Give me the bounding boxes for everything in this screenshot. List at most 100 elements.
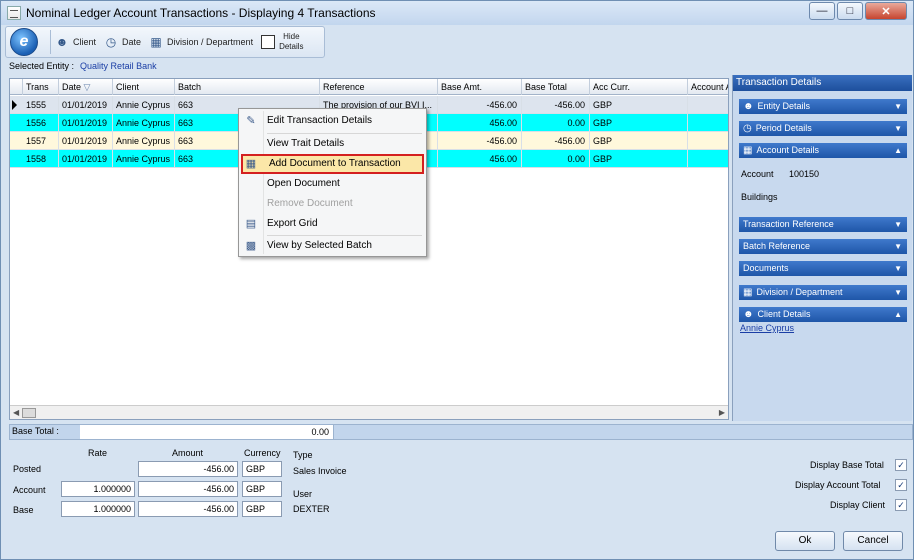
scrollbar-thumb[interactable]: [22, 408, 36, 418]
horizontal-scrollbar[interactable]: ◀ ▶: [10, 405, 728, 419]
section-batch-reference[interactable]: Batch Reference ▼: [739, 239, 907, 254]
close-button[interactable]: ✕: [865, 2, 907, 20]
base-rate-field[interactable]: 1.000000: [61, 501, 135, 517]
person-icon: ☻: [55, 35, 69, 49]
chevron-up-icon: ▲: [894, 146, 902, 155]
section-transaction-reference[interactable]: Transaction Reference ▼: [739, 217, 907, 232]
column-header-batch[interactable]: Batch: [175, 79, 320, 95]
person-icon: ☻: [743, 101, 754, 112]
client-button[interactable]: ☻ Client: [55, 35, 96, 49]
cell-base-total: -456.00: [522, 132, 590, 150]
cell-client: Annie Cyprus: [113, 114, 175, 132]
cell-trans: 1556: [23, 114, 59, 132]
date-button[interactable]: ◷ Date: [104, 35, 141, 49]
filter-icon[interactable]: ▽: [84, 82, 91, 92]
menu-item-view-trait-details[interactable]: View Trait Details: [241, 134, 424, 154]
type-value: Sales Invoice: [293, 466, 347, 476]
display-account-total-checkbox[interactable]: ✓: [895, 479, 907, 491]
calendar-icon: ▦: [150, 35, 162, 49]
maximize-button[interactable]: □: [837, 2, 863, 20]
menu-item-view-by-batch[interactable]: ▩ View by Selected Batch: [241, 236, 424, 256]
column-header-trans[interactable]: Trans: [23, 79, 59, 95]
cell-trans: 1558: [23, 150, 59, 168]
menu-item-label: Open Document: [267, 178, 340, 189]
account-row-label: Account: [13, 485, 46, 495]
menu-item-export-grid[interactable]: ▤ Export Grid: [241, 214, 424, 234]
grid-header: Trans Date ▽ Client Batch Reference Base…: [10, 79, 728, 95]
account-amount-field[interactable]: -456.00: [138, 481, 238, 497]
cell-trans: 1557: [23, 132, 59, 150]
display-client-checkbox[interactable]: ✓: [895, 499, 907, 511]
section-period-details[interactable]: ◷ Period Details ▼: [739, 121, 907, 136]
column-header-date-label: Date: [62, 82, 82, 92]
base-currency-field[interactable]: GBP: [242, 501, 282, 517]
section-label: Documents: [743, 263, 789, 273]
base-total-label: Base Total :: [12, 426, 59, 436]
row-indicator-header: [10, 79, 23, 95]
hide-details-line2: Details: [279, 42, 304, 51]
app-menu-button[interactable]: e: [10, 28, 38, 56]
app-window: Nominal Ledger Account Transactions - Di…: [0, 0, 914, 560]
cell-trans: 1555: [23, 96, 59, 114]
batch-icon: ▩: [245, 240, 257, 252]
account-currency-field[interactable]: GBP: [242, 481, 282, 497]
chevron-down-icon: ▼: [894, 102, 902, 111]
hide-details-line1: Hide: [283, 32, 300, 41]
amount-header: Amount: [172, 448, 204, 458]
menu-item-label: View by Selected Batch: [267, 240, 372, 251]
cell-base-amt: -456.00: [438, 132, 522, 150]
pencil-icon: ✎: [246, 115, 256, 127]
menu-item-open-document[interactable]: Open Document: [241, 174, 424, 194]
base-row-label: Base: [13, 505, 34, 515]
chevron-down-icon: ▼: [894, 288, 902, 297]
division-button[interactable]: ▦ Division / Department: [149, 35, 253, 49]
scroll-right-icon[interactable]: ▶: [719, 408, 725, 417]
scroll-left-icon[interactable]: ◀: [13, 408, 19, 417]
column-header-base-total[interactable]: Base Total: [522, 79, 590, 95]
client-link[interactable]: Annie Cyprus: [740, 323, 794, 333]
cell-base-amt: 456.00: [438, 114, 522, 132]
posted-label: Posted: [13, 464, 42, 474]
hide-details-checkbox[interactable]: [261, 35, 276, 49]
section-label: Client Details: [757, 309, 811, 319]
panel-title: Transaction Details: [733, 75, 912, 91]
column-header-client[interactable]: Client: [113, 79, 175, 95]
division-button-label: Division / Department: [167, 37, 254, 47]
posted-currency-field[interactable]: GBP: [242, 461, 282, 477]
section-label: Transaction Reference: [743, 219, 834, 229]
selected-entity-value: Quality Retail Bank: [80, 61, 157, 71]
column-header-reference[interactable]: Reference: [320, 79, 438, 95]
transaction-details-panel: Transaction Details ☻ Entity Details ▼ ◷…: [732, 75, 912, 421]
display-base-total-label: Display Base Total: [810, 460, 884, 470]
section-label: Batch Reference: [743, 241, 811, 251]
menu-item-add-document[interactable]: ▦ Add Document to Transaction: [241, 154, 424, 174]
section-documents[interactable]: Documents ▼: [739, 261, 907, 276]
column-header-date[interactable]: Date ▽: [59, 79, 113, 95]
hide-details-toggle[interactable]: Hide Details: [261, 32, 304, 52]
section-division-department[interactable]: ▦ Division / Department ▼: [739, 285, 907, 300]
section-client-details[interactable]: ☻ Client Details ▲: [739, 307, 907, 322]
column-header-account-a[interactable]: Account A: [688, 79, 728, 95]
section-account-details[interactable]: ▦ Account Details ▲: [739, 143, 907, 158]
minimize-button[interactable]: —: [809, 2, 835, 20]
section-entity-details[interactable]: ☻ Entity Details ▼: [739, 99, 907, 114]
column-header-acc-curr[interactable]: Acc Curr.: [590, 79, 688, 95]
posted-amount-field[interactable]: -456.00: [138, 461, 238, 477]
cell-base-total: -456.00: [522, 96, 590, 114]
cell-acc-curr: GBP: [590, 114, 688, 132]
hide-details-label: Hide Details: [279, 32, 303, 52]
toolbar-separator: [50, 30, 51, 54]
account-rate-field[interactable]: 1.000000: [61, 481, 135, 497]
display-base-total-checkbox[interactable]: ✓: [895, 459, 907, 471]
ok-button[interactable]: Ok: [775, 531, 835, 551]
base-amount-field[interactable]: -456.00: [138, 501, 238, 517]
toolbar: e ☻ Client ◷ Date ▦ Division / Departmen…: [5, 26, 325, 58]
section-label: Account Details: [756, 145, 819, 155]
menu-item-label: Export Grid: [267, 218, 318, 229]
rate-header: Rate: [88, 448, 108, 458]
client-button-label: Client: [73, 37, 97, 47]
window-title: Nominal Ledger Account Transactions - Di…: [26, 6, 376, 20]
menu-item-edit-transaction-details[interactable]: ✎ Edit Transaction Details: [241, 111, 424, 131]
column-header-base-amt[interactable]: Base Amt.: [438, 79, 522, 95]
cancel-button[interactable]: Cancel: [843, 531, 903, 551]
